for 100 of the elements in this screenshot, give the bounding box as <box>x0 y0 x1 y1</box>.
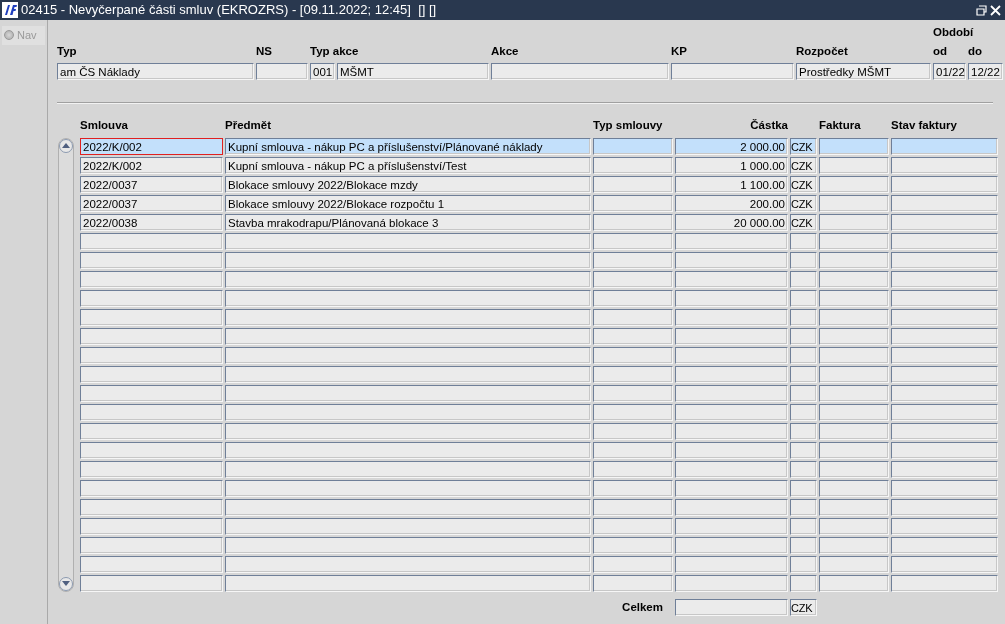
table-cell[interactable] <box>593 441 673 459</box>
table-cell[interactable] <box>819 498 889 516</box>
table-cell[interactable] <box>80 384 223 402</box>
table-cell[interactable] <box>790 555 817 573</box>
text-field[interactable] <box>491 62 669 80</box>
table-cell[interactable] <box>593 327 673 345</box>
table-cell[interactable] <box>225 536 591 554</box>
table-cell[interactable] <box>819 403 889 421</box>
table-cell[interactable] <box>675 327 788 345</box>
table-cell[interactable] <box>675 308 788 326</box>
table-cell[interactable] <box>819 232 889 250</box>
table-cell[interactable] <box>225 232 591 250</box>
table-cell[interactable] <box>790 574 817 592</box>
table-cell[interactable]: 200.00 <box>675 194 788 212</box>
table-cell[interactable] <box>593 384 673 402</box>
table-cell[interactable]: CZK <box>790 137 817 155</box>
table-cell[interactable] <box>819 536 889 554</box>
text-field[interactable] <box>671 62 794 80</box>
table-cell[interactable] <box>593 156 673 174</box>
table-cell[interactable]: Stavba mrakodrapu/Plánovaná blokace 3 <box>225 213 591 231</box>
table-cell[interactable] <box>593 536 673 554</box>
table-cell[interactable] <box>675 403 788 421</box>
table-cell[interactable] <box>225 251 591 269</box>
table-cell[interactable] <box>225 555 591 573</box>
table-cell[interactable] <box>593 574 673 592</box>
table-cell[interactable] <box>80 232 223 250</box>
table-cell[interactable]: 2022/0038 <box>80 213 223 231</box>
table-cell[interactable] <box>593 498 673 516</box>
table-cell[interactable] <box>593 517 673 535</box>
table-cell[interactable] <box>225 308 591 326</box>
total-field[interactable] <box>675 598 788 616</box>
table-cell[interactable] <box>225 365 591 383</box>
table-cell[interactable] <box>225 270 591 288</box>
table-cell[interactable] <box>819 479 889 497</box>
table-cell[interactable] <box>891 289 998 307</box>
table-cell[interactable] <box>790 327 817 345</box>
table-cell[interactable] <box>225 460 591 478</box>
text-field[interactable]: am ČS Náklady <box>57 62 254 80</box>
table-cell[interactable] <box>225 517 591 535</box>
table-cell[interactable] <box>225 403 591 421</box>
table-cell[interactable] <box>593 175 673 193</box>
table-cell[interactable] <box>675 555 788 573</box>
table-cell[interactable] <box>819 555 889 573</box>
table-cell[interactable] <box>80 327 223 345</box>
table-cell[interactable] <box>225 441 591 459</box>
table-cell[interactable] <box>891 441 998 459</box>
table-cell[interactable] <box>891 156 998 174</box>
table-cell[interactable] <box>675 498 788 516</box>
table-cell[interactable] <box>80 270 223 288</box>
table-cell[interactable] <box>593 555 673 573</box>
table-cell[interactable]: CZK <box>790 156 817 174</box>
table-cell[interactable]: Blokace smlouvy 2022/Blokace mzdy <box>225 175 591 193</box>
text-field[interactable]: 01/22 <box>933 62 966 80</box>
code-field[interactable]: 001 <box>310 62 335 80</box>
table-cell[interactable] <box>790 498 817 516</box>
table-cell[interactable] <box>891 194 998 212</box>
table-cell[interactable] <box>819 308 889 326</box>
table-cell[interactable] <box>819 175 889 193</box>
table-cell[interactable] <box>593 308 673 326</box>
table-cell[interactable] <box>593 289 673 307</box>
table-cell[interactable] <box>80 441 223 459</box>
table-cell[interactable] <box>819 156 889 174</box>
table-cell[interactable] <box>675 517 788 535</box>
table-cell[interactable] <box>225 327 591 345</box>
table-cell[interactable]: 2022/0037 <box>80 194 223 212</box>
table-cell[interactable] <box>891 232 998 250</box>
table-cell[interactable] <box>891 498 998 516</box>
text-field[interactable]: Prostředky MŠMT <box>796 62 931 80</box>
table-cell[interactable] <box>80 498 223 516</box>
table-cell[interactable]: 2022/K/002 <box>80 137 223 155</box>
table-cell[interactable] <box>593 479 673 497</box>
table-cell[interactable] <box>790 479 817 497</box>
table-cell[interactable] <box>891 365 998 383</box>
table-cell[interactable]: CZK <box>790 194 817 212</box>
table-cell[interactable] <box>790 384 817 402</box>
table-cell[interactable] <box>819 365 889 383</box>
table-cell[interactable] <box>80 346 223 364</box>
table-cell[interactable] <box>675 460 788 478</box>
table-cell[interactable] <box>80 251 223 269</box>
table-cell[interactable] <box>675 441 788 459</box>
table-cell[interactable] <box>593 422 673 440</box>
table-cell[interactable] <box>891 213 998 231</box>
table-cell[interactable]: 20 000.00 <box>675 213 788 231</box>
table-cell[interactable] <box>891 175 998 193</box>
table-cell[interactable] <box>80 460 223 478</box>
table-cell[interactable] <box>891 346 998 364</box>
table-cell[interactable] <box>225 346 591 364</box>
scrollbar[interactable] <box>58 137 74 592</box>
table-cell[interactable] <box>819 346 889 364</box>
table-cell[interactable]: 1 100.00 <box>675 175 788 193</box>
table-cell[interactable] <box>891 403 998 421</box>
table-cell[interactable] <box>225 289 591 307</box>
table-cell[interactable] <box>80 422 223 440</box>
table-cell[interactable]: 2022/K/002 <box>80 156 223 174</box>
table-cell[interactable] <box>819 327 889 345</box>
table-cell[interactable] <box>891 517 998 535</box>
table-cell[interactable] <box>675 479 788 497</box>
table-cell[interactable]: 2 000.00 <box>675 137 788 155</box>
table-cell[interactable] <box>790 460 817 478</box>
table-cell[interactable] <box>891 555 998 573</box>
